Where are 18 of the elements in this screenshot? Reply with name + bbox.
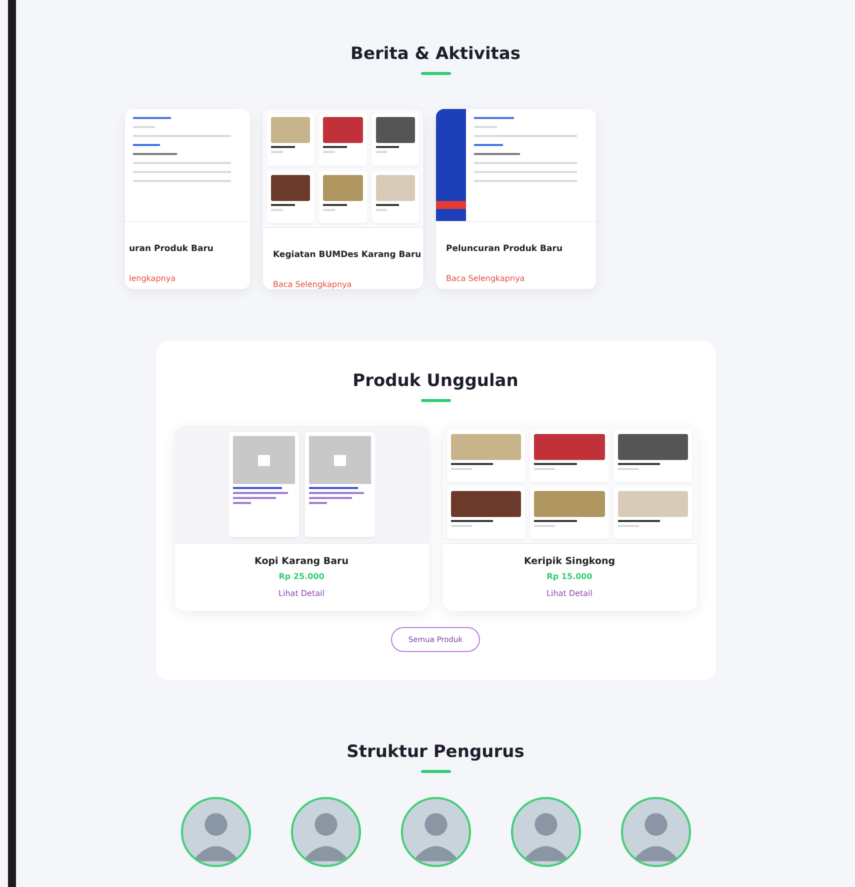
read-more-link[interactable]: lengkapnya bbox=[129, 274, 250, 283]
detail-link[interactable]: Lihat Detail bbox=[278, 589, 324, 598]
read-more-link[interactable]: Baca Selengkapnya bbox=[273, 280, 423, 289]
title-underline bbox=[420, 399, 450, 402]
product-name: Kopi Karang Baru bbox=[254, 556, 348, 567]
product-price: Rp 15.000 bbox=[546, 572, 592, 581]
section-title: Produk Unggulan bbox=[352, 371, 518, 391]
detail-link[interactable]: Lihat Detail bbox=[546, 589, 592, 598]
section-title: Struktur Pengurus bbox=[346, 742, 524, 762]
title-underline bbox=[420, 770, 450, 773]
read-more-link[interactable]: Baca Selengkapnya bbox=[446, 274, 596, 283]
news-title: Peluncuran Produk Baru bbox=[446, 244, 564, 254]
news-title: uran Produk Baru bbox=[129, 244, 214, 254]
product-price: Rp 25.000 bbox=[278, 572, 324, 581]
title-underline bbox=[420, 72, 450, 75]
product-name: Keripik Singkong bbox=[524, 556, 616, 567]
news-title: Kegiatan BUMDes Karang Baru bbox=[273, 250, 422, 260]
section-title: Berita & Aktivitas bbox=[350, 44, 520, 64]
